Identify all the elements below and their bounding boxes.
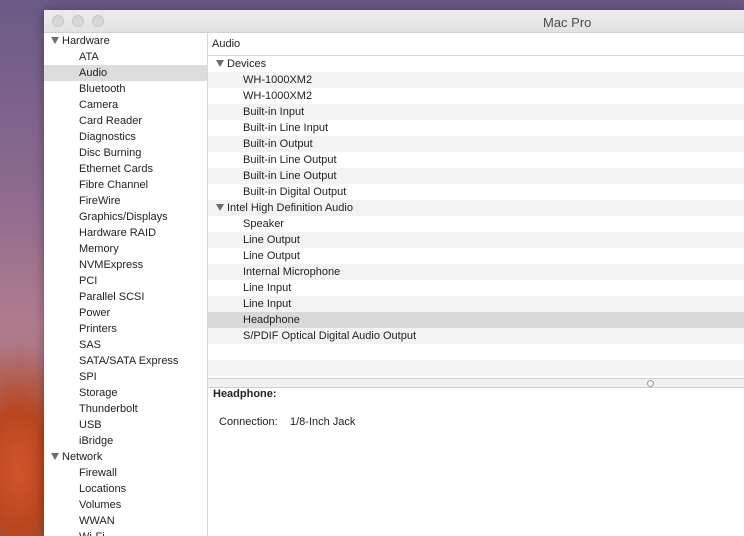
sidebar-item-pci[interactable]: PCI	[44, 273, 207, 289]
tree-item-built-in-output[interactable]: Built-in Output	[208, 136, 744, 152]
splitter-handle-icon[interactable]	[647, 380, 654, 387]
sidebar-item-locations[interactable]: Locations	[44, 481, 207, 497]
sidebar-item-power[interactable]: Power	[44, 305, 207, 321]
audio-device-tree[interactable]: Devices WH-1000XM2 WH-1000XM2 Built-in Inpu…	[208, 56, 744, 378]
tree-item-built-in-line-output[interactable]: Built-in Line Output	[208, 152, 744, 168]
sidebar-item-camera[interactable]: Camera	[44, 97, 207, 113]
tree-item-line-input[interactable]: Line Input	[208, 296, 744, 312]
detail-pane: Headphone: Connection: 1/8-Inch Jack	[208, 388, 744, 536]
sidebar-item-printers[interactable]: Printers	[44, 321, 207, 337]
content-header: Audio	[208, 33, 744, 56]
sidebar-group-hardware[interactable]: Hardware	[44, 33, 207, 49]
sidebar-item-memory[interactable]: Memory	[44, 241, 207, 257]
sidebar-item-wwan[interactable]: WWAN	[44, 513, 207, 529]
sidebar-group-label: Network	[62, 451, 103, 463]
connection-value: 1/8-Inch Jack	[290, 416, 356, 428]
minimize-window-button[interactable]	[72, 15, 84, 27]
connection-label: Connection:	[219, 416, 278, 428]
tree-group-label: Intel High Definition Audio	[227, 202, 353, 214]
title-bar[interactable]: Mac Pro	[44, 10, 744, 33]
tree-group-devices[interactable]: Devices	[208, 56, 744, 72]
tree-item-built-in-line-output[interactable]: Built-in Line Output	[208, 168, 744, 184]
tree-item-headphone[interactable]: Headphone	[208, 312, 744, 328]
sidebar-item-sata-sata-express[interactable]: SATA/SATA Express	[44, 353, 207, 369]
sidebar-item-thunderbolt[interactable]: Thunderbolt	[44, 401, 207, 417]
sidebar-item-hardware-raid[interactable]: Hardware RAID	[44, 225, 207, 241]
sidebar-item-nvmexpress[interactable]: NVMExpress	[44, 257, 207, 273]
tree-empty-row	[208, 360, 744, 376]
tree-item-line-input[interactable]: Line Input	[208, 280, 744, 296]
sidebar-item-firewall[interactable]: Firewall	[44, 465, 207, 481]
sidebar-group-network[interactable]: Network	[44, 449, 207, 465]
sidebar-item-sas[interactable]: SAS	[44, 337, 207, 353]
sidebar-item-parallel-scsi[interactable]: Parallel SCSI	[44, 289, 207, 305]
sidebar-item-wi-fi[interactable]: Wi-Fi	[44, 529, 207, 536]
tree-item-line-output[interactable]: Line Output	[208, 232, 744, 248]
sidebar-group-label: Hardware	[62, 35, 110, 47]
pane-splitter[interactable]	[208, 378, 744, 388]
tree-item-wh-1000xm2[interactable]: WH-1000XM2	[208, 88, 744, 104]
sidebar-item-firewire[interactable]: FireWire	[44, 193, 207, 209]
sidebar-item-usb[interactable]: USB	[44, 417, 207, 433]
tree-group-label: Devices	[227, 58, 267, 70]
tree-empty-row	[208, 344, 744, 360]
sidebar-item-bluetooth[interactable]: Bluetooth	[44, 81, 207, 97]
tree-item-wh-1000xm2[interactable]: WH-1000XM2	[208, 72, 744, 88]
sidebar-item-diagnostics[interactable]: Diagnostics	[44, 129, 207, 145]
sidebar-item-graphics-displays[interactable]: Graphics/Displays	[44, 209, 207, 225]
tree-item-speaker[interactable]: Speaker	[208, 216, 744, 232]
content-pane: Audio Devices WH-1000XM2 WH-1000XM2 Built-i…	[208, 33, 744, 536]
disclosure-triangle-icon[interactable]	[216, 204, 224, 211]
tree-item-built-in-digital-output[interactable]: Built-in Digital Output	[208, 184, 744, 200]
zoom-window-button[interactable]	[92, 15, 104, 27]
sidebar-item-volumes[interactable]: Volumes	[44, 497, 207, 513]
sidebar-item-spi[interactable]: SPI	[44, 369, 207, 385]
disclosure-triangle-icon[interactable]	[51, 37, 59, 44]
window-title: Mac Pro	[543, 15, 592, 30]
sidebar[interactable]: Hardware ATA Audio Bluetooth Camera Card Read…	[44, 33, 208, 536]
sidebar-item-ethernet-cards[interactable]: Ethernet Cards	[44, 161, 207, 177]
tree-item-line-output[interactable]: Line Output	[208, 248, 744, 264]
disclosure-triangle-icon[interactable]	[216, 60, 224, 67]
system-information-window: Mac Pro Hardware ATA Audio Bluetooth Camera C…	[44, 10, 744, 536]
tree-item-internal-microphone[interactable]: Internal Microphone	[208, 264, 744, 280]
tree-item-built-in-line-input[interactable]: Built-in Line Input	[208, 120, 744, 136]
close-window-button[interactable]	[52, 15, 64, 27]
sidebar-item-storage[interactable]: Storage	[44, 385, 207, 401]
tree-item-built-in-input[interactable]: Built-in Input	[208, 104, 744, 120]
detail-title: Headphone:	[213, 388, 277, 400]
sidebar-item-audio[interactable]: Audio	[44, 65, 207, 81]
tree-item-s-pdif-optical-digital-audio-output[interactable]: S/PDIF Optical Digital Audio Output	[208, 328, 744, 344]
sidebar-item-disc-burning[interactable]: Disc Burning	[44, 145, 207, 161]
sidebar-item-fibre-channel[interactable]: Fibre Channel	[44, 177, 207, 193]
sidebar-item-ibridge[interactable]: iBridge	[44, 433, 207, 449]
sidebar-item-card-reader[interactable]: Card Reader	[44, 113, 207, 129]
sidebar-item-ata[interactable]: ATA	[44, 49, 207, 65]
disclosure-triangle-icon[interactable]	[51, 453, 59, 460]
tree-group-intel-high-definition-audio[interactable]: Intel High Definition Audio	[208, 200, 744, 216]
